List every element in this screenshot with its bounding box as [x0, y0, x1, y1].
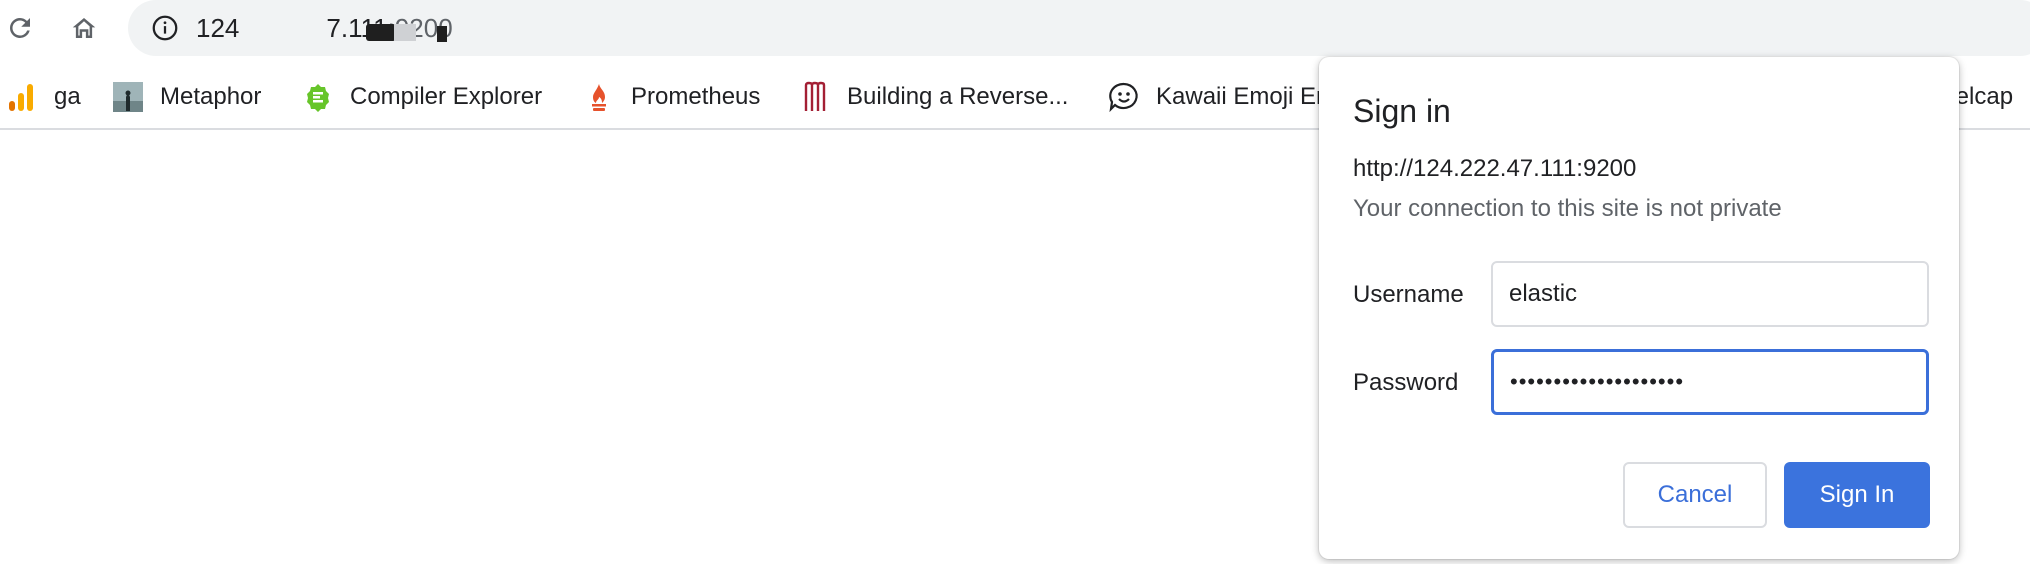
bookmark-compiler-explorer[interactable]: Compiler Explorer [302, 72, 542, 122]
bookmark-label: ga [54, 83, 81, 110]
bookmark-label: Building a Reverse... [847, 83, 1069, 110]
connection-warning: Your connection to this site is not priv… [1353, 195, 1782, 222]
username-label: Username [1353, 281, 1464, 308]
reload-icon [10, 18, 30, 38]
dialog-site-url: http://124.222.47.111:9200 [1353, 155, 1637, 182]
home-button[interactable] [64, 8, 104, 48]
compiler-explorer-icon [302, 81, 334, 113]
password-label: Password [1353, 369, 1459, 396]
redaction-mark [437, 26, 447, 42]
bookmark-label: Prometheus [631, 83, 761, 110]
speech-bubble-face-icon [1108, 81, 1140, 113]
tall-m-logo-icon [799, 81, 831, 113]
redaction-mark [366, 24, 396, 41]
reload-button[interactable] [0, 8, 40, 48]
redaction-mark [394, 24, 416, 41]
bookmark-metaphor[interactable]: Metaphor [112, 72, 261, 122]
bookmark-ga[interactable]: ga [6, 72, 81, 122]
url-host: 124 [196, 13, 240, 43]
sign-in-button[interactable]: Sign In [1784, 462, 1930, 528]
bookmark-building-a-reverse[interactable]: Building a Reverse... [799, 72, 1068, 122]
dialog-title: Sign in [1353, 93, 1451, 129]
sign-in-dialog: Sign in http://124.222.47.111:9200 Your … [1319, 57, 1959, 559]
cancel-button[interactable]: Cancel [1623, 462, 1767, 528]
home-icon [72, 18, 96, 38]
password-field[interactable] [1491, 349, 1929, 415]
site-info-icon[interactable] [150, 13, 180, 43]
bookmark-label: Compiler Explorer [350, 83, 543, 110]
metaphor-image-icon [112, 81, 144, 113]
bookmark-label: Metaphor [160, 83, 262, 110]
browser-toolbar: 124 7.111:9200 [0, 0, 2030, 58]
analytics-bar-icon [6, 81, 38, 113]
bookmark-kawaii-emoji[interactable]: Kawaii Emoji En [1108, 72, 1329, 122]
bookmark-prometheus[interactable]: Prometheus [583, 72, 760, 122]
address-bar[interactable]: 124 7.111:9200 [128, 0, 2030, 56]
prometheus-flame-icon [583, 81, 615, 113]
bookmark-label: Kawaii Emoji En [1156, 83, 1330, 110]
username-field[interactable] [1491, 261, 1929, 327]
